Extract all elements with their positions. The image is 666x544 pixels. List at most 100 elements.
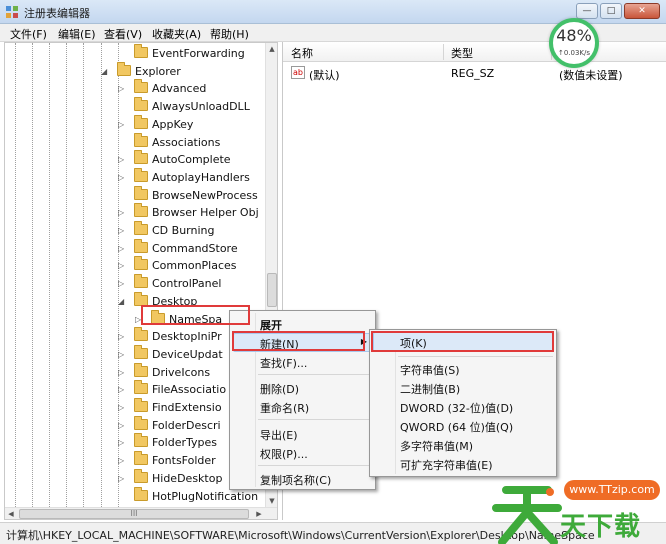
collapse-arrow-icon[interactable]: ◢ bbox=[118, 297, 126, 306]
folder-icon bbox=[134, 132, 148, 147]
scroll-up-icon[interactable]: ▲ bbox=[266, 43, 277, 55]
annotation-box-key bbox=[371, 331, 554, 352]
tree-item-label: ControlPanel bbox=[152, 277, 222, 291]
submenu-item-string-value[interactable]: 字符串值(S) bbox=[370, 359, 556, 378]
tree-item[interactable]: ▷ FindExtensio bbox=[5, 398, 267, 416]
tree-item-label: Browser Helper Obj bbox=[152, 206, 259, 220]
tree-item[interactable]: ▷ FolderDescri bbox=[5, 415, 267, 434]
scroll-right-icon[interactable]: ▶ bbox=[253, 508, 265, 519]
tree-item-label: DeviceUpdat bbox=[152, 347, 223, 361]
context-item-rename[interactable]: 重命名(R) bbox=[230, 397, 375, 416]
folder-icon bbox=[134, 150, 148, 165]
annotation-box-new bbox=[232, 331, 365, 351]
tree-item[interactable]: ▷ Browser Helper Obj bbox=[5, 203, 267, 221]
expand-arrow-icon[interactable]: ▷ bbox=[118, 226, 126, 235]
maximize-button[interactable]: □ bbox=[600, 3, 622, 19]
context-item-find[interactable]: 查找(F)... bbox=[230, 352, 375, 371]
context-item-export[interactable]: 导出(E) bbox=[230, 424, 375, 443]
submenu-item-dword-value[interactable]: DWORD (32-位)值(D) bbox=[370, 397, 556, 416]
submenu-item-expandable-string-value[interactable]: 可扩充字符串值(E) bbox=[370, 454, 556, 473]
expand-arrow-icon[interactable]: ▷ bbox=[118, 474, 126, 483]
context-item-delete[interactable]: 删除(D) bbox=[230, 378, 375, 397]
expand-arrow-icon[interactable]: ▷ bbox=[118, 279, 126, 288]
tree-item[interactable]: ▷ DesktopIniPr bbox=[5, 327, 267, 345]
tree-item[interactable]: Associations bbox=[5, 132, 267, 151]
submenu-item-binary-value[interactable]: 二进制值(B) bbox=[370, 378, 556, 397]
tree-item[interactable]: ▷ HideDesktop bbox=[5, 468, 267, 487]
watermark-text: 天下载 bbox=[560, 512, 642, 542]
tree-item[interactable]: ▷ AppKey bbox=[5, 114, 267, 133]
tree-item-label: FolderTypes bbox=[152, 436, 217, 450]
tree-item[interactable]: BrowseNewProcess bbox=[5, 185, 267, 204]
annotation-box-namespace bbox=[141, 305, 250, 325]
expand-arrow-icon[interactable]: ▷ bbox=[118, 421, 126, 430]
tree-item[interactable]: ▷ FontsFolder bbox=[5, 451, 267, 469]
expand-arrow-icon[interactable]: ▷ bbox=[118, 456, 126, 465]
value-data: (数值未设置) bbox=[559, 69, 623, 82]
folder-icon bbox=[134, 468, 148, 483]
tree-item-label: CommandStore bbox=[152, 241, 238, 255]
menu-edit[interactable]: 编辑(E) bbox=[58, 26, 96, 42]
expand-arrow-icon[interactable]: ▷ bbox=[118, 155, 126, 164]
tree-hscroll-thumb[interactable]: III bbox=[19, 509, 249, 519]
string-value-icon: ab bbox=[291, 66, 305, 79]
tree-item[interactable]: ▷ AutoplayHandlers bbox=[5, 167, 267, 186]
tree-item[interactable]: ▷ Advanced bbox=[5, 79, 267, 97]
folder-icon bbox=[134, 415, 148, 430]
tree-item[interactable]: ▷ FolderTypes bbox=[5, 433, 267, 451]
folder-icon bbox=[134, 380, 148, 395]
tree-item[interactable]: ▷ CommandStore bbox=[5, 238, 267, 257]
expand-arrow-icon[interactable]: ▷ bbox=[118, 208, 126, 217]
expand-arrow-icon[interactable]: ▷ bbox=[118, 84, 126, 93]
expand-arrow-icon[interactable]: ▷ bbox=[118, 438, 126, 447]
tree-item[interactable]: ▷ AutoComplete bbox=[5, 150, 267, 168]
tree-item[interactable]: ▷ DriveIcons bbox=[5, 362, 267, 381]
minimize-button[interactable]: — bbox=[576, 3, 598, 19]
tree-item[interactable]: ▷ ControlPanel bbox=[5, 274, 267, 292]
speed-rate: ↑0.03K/s bbox=[557, 49, 591, 57]
tree-item-label: HotPlugNotification bbox=[152, 489, 259, 503]
tree-item[interactable]: ▷ CommonPlaces bbox=[5, 256, 267, 274]
close-button[interactable]: ✕ bbox=[624, 3, 660, 19]
tree-item[interactable]: AlwaysUnloadDLL bbox=[5, 97, 267, 115]
tree-item[interactable]: HotPlugNotification bbox=[5, 486, 267, 505]
expand-arrow-icon[interactable]: ▷ bbox=[118, 261, 126, 270]
column-name-header[interactable]: 名称 bbox=[291, 45, 313, 61]
tree-vscroll-thumb[interactable] bbox=[267, 273, 277, 307]
expand-arrow-icon[interactable]: ▷ bbox=[118, 385, 126, 394]
context-item-permissions[interactable]: 权限(P)... bbox=[230, 443, 375, 462]
expand-arrow-icon[interactable]: ▷ bbox=[118, 332, 126, 341]
value-type: REG_SZ bbox=[451, 67, 495, 80]
folder-icon bbox=[134, 327, 148, 342]
expand-arrow-icon[interactable]: ▷ bbox=[118, 350, 126, 359]
registry-editor-icon bbox=[6, 6, 18, 18]
scroll-left-icon[interactable]: ◀ bbox=[5, 508, 17, 519]
expand-arrow-icon[interactable]: ▷ bbox=[118, 173, 126, 182]
tree-item-label: Advanced bbox=[152, 82, 207, 96]
expand-arrow-icon[interactable]: ▷ bbox=[118, 244, 126, 253]
column-type-header[interactable]: 类型 bbox=[451, 45, 473, 61]
scroll-down-icon[interactable]: ▼ bbox=[266, 495, 277, 507]
network-speed-widget[interactable]: 48% ↑0.03K/s bbox=[549, 18, 599, 68]
menu-view[interactable]: 查看(V) bbox=[104, 26, 142, 42]
tree-item-label: FolderDescri bbox=[152, 418, 221, 432]
expand-arrow-icon[interactable]: ▷ bbox=[118, 368, 126, 377]
tree-item[interactable]: ▷ DeviceUpdat bbox=[5, 344, 267, 363]
submenu-item-qword-value[interactable]: QWORD (64 位)值(Q) bbox=[370, 416, 556, 435]
tree-item-label: HideDesktop bbox=[152, 471, 223, 485]
expand-arrow-icon[interactable]: ▷ bbox=[118, 120, 126, 129]
folder-icon bbox=[134, 97, 148, 112]
tree-item[interactable]: ▷ FileAssociatio bbox=[5, 380, 267, 398]
menu-help[interactable]: 帮助(H) bbox=[210, 26, 249, 42]
collapse-arrow-icon[interactable]: ◢ bbox=[101, 67, 109, 76]
tree-item[interactable]: ◢ Explorer bbox=[5, 61, 267, 80]
tree-item[interactable]: ▷ CD Burning bbox=[5, 221, 267, 239]
context-item-copy-key-name[interactable]: 复制项名称(C) bbox=[230, 469, 375, 488]
submenu-item-multi-string-value[interactable]: 多字符串值(M) bbox=[370, 435, 556, 454]
tree-horizontal-scrollbar[interactable]: ◀ III ▶ bbox=[5, 507, 277, 519]
menu-file[interactable]: 文件(F) bbox=[10, 26, 47, 42]
tree-item-label: FontsFolder bbox=[152, 454, 216, 468]
tree-item[interactable]: EventForwarding bbox=[5, 44, 267, 62]
expand-arrow-icon[interactable]: ▷ bbox=[118, 403, 126, 412]
menu-favorites[interactable]: 收藏夹(A) bbox=[152, 26, 201, 42]
